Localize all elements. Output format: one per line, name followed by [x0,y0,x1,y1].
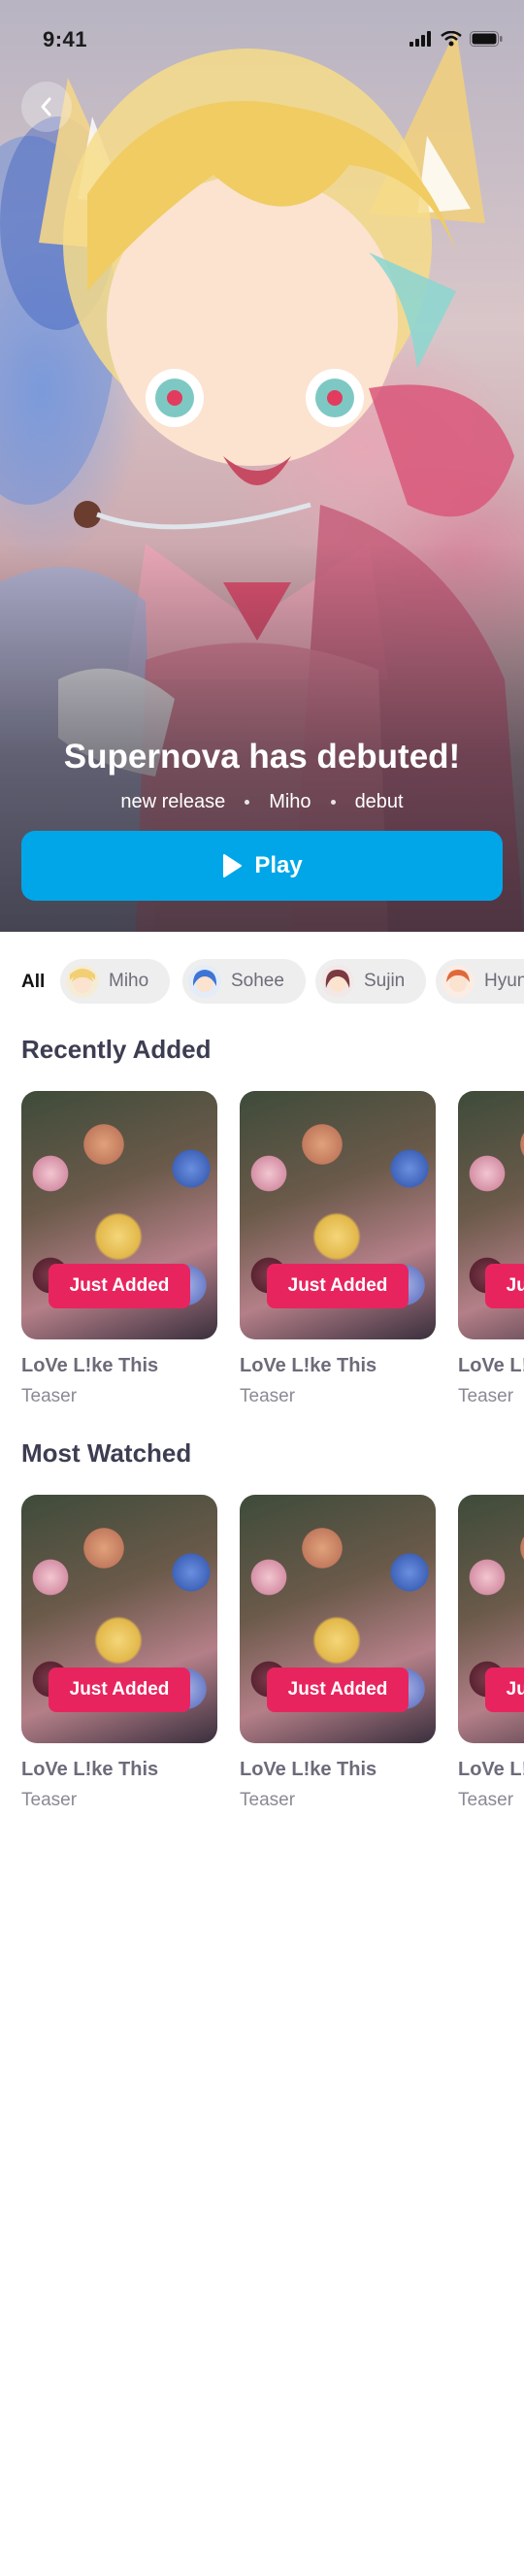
card-subtitle: Teaser [21,1790,78,1810]
video-thumbnail: Just Added [458,1091,524,1339]
card-title: LoVe L!ke This [458,1759,524,1780]
chevron-left-icon [41,97,51,116]
hero-banner: 9:41 Supernova has debuted! new release … [0,0,524,932]
card-title: LoVe L!ke This [458,1355,524,1376]
card-subtitle: Teaser [240,1790,296,1810]
avatar [66,965,99,998]
chip-label: Miho [109,971,149,991]
chip-label: Sohee [231,971,284,991]
video-card[interactable]: Just Added LoVe L!ke This Teaser [458,1091,524,1421]
just-added-badge: Just Added [49,1668,190,1712]
just-added-badge: Just Added [485,1264,524,1308]
video-thumbnail: Just Added [458,1495,524,1743]
card-title: LoVe L!ke This [21,1759,159,1780]
filter-chip-hyun[interactable]: Hyun [436,959,524,1004]
wifi-icon [441,31,462,47]
card-subtitle: Teaser [458,1790,514,1810]
chip-label: Hyun [484,971,524,991]
just-added-badge: Just Added [267,1264,409,1308]
card-subtitle: Teaser [458,1386,514,1406]
just-added-badge: Just Added [49,1264,190,1308]
tag-separator-dot [330,800,336,805]
play-label: Play [254,852,303,878]
video-thumbnail: Just Added [21,1495,217,1743]
hero-tags: new release Miho debut [0,791,524,813]
tag-separator-dot [245,800,250,805]
avatar [442,965,475,998]
filter-chip-sohee[interactable]: Sohee [182,959,306,1004]
avatar [188,965,221,998]
card-subtitle: Teaser [21,1386,78,1406]
battery-icon [470,31,503,47]
back-button[interactable] [21,82,72,132]
hero-tag[interactable]: new release [120,791,225,813]
hero-title: Supernova has debuted! [63,738,461,776]
status-time: 9:41 [43,27,88,51]
status-icons [409,31,503,47]
video-thumbnail: Just Added [21,1091,217,1339]
avatar [321,965,354,998]
card-title: LoVe L!ke This [21,1355,159,1376]
hero-tag[interactable]: debut [355,791,404,813]
section-title-recently-added: Recently Added [21,1035,212,1064]
chip-label: Sujin [364,971,406,991]
hero-tag[interactable]: Miho [269,791,311,813]
just-added-badge: Just Added [267,1668,409,1712]
filter-chip-miho[interactable]: Miho [60,959,171,1004]
just-added-badge: Just Added [485,1668,524,1712]
video-card[interactable]: Just Added LoVe L!ke This Teaser [458,1495,524,1825]
filter-bar: All Miho Sohee Sujin Hyun [0,959,524,1006]
play-button[interactable]: Play [21,831,503,901]
status-bar: 9:41 [0,0,524,83]
filter-chip-sujin[interactable]: Sujin [315,959,427,1004]
section-title-most-watched: Most Watched [21,1438,192,1468]
video-thumbnail: Just Added [240,1091,436,1339]
play-icon [223,854,243,877]
filter-all[interactable]: All [21,959,45,1006]
video-thumbnail: Just Added [240,1495,436,1743]
card-title: LoVe L!ke This [240,1759,377,1780]
card-title: LoVe L!ke This [240,1355,377,1376]
card-subtitle: Teaser [240,1386,296,1406]
signal-icon [409,31,431,47]
